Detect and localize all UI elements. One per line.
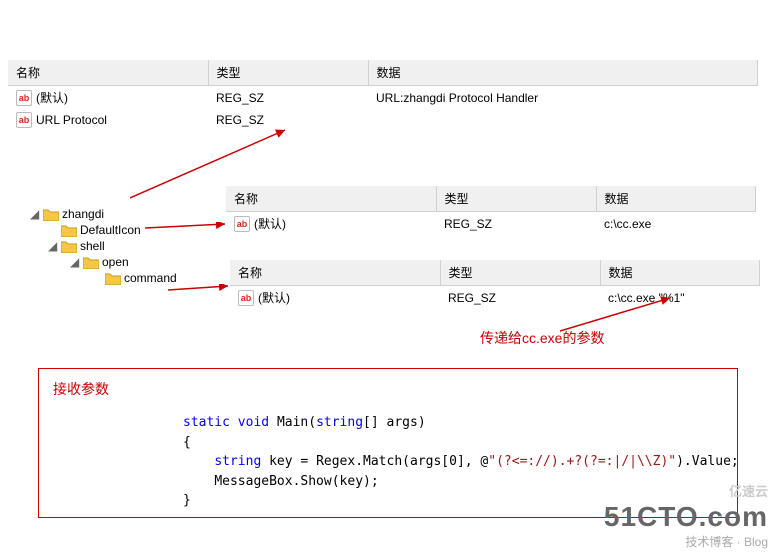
col-type[interactable]: 类型 (440, 260, 600, 286)
annotation-text: 传递给cc.exe的参数 (480, 328, 604, 348)
registry-values-top: 名称 类型 数据 ab(默认) REG_SZ URL:zhangdi Proto… (8, 60, 758, 131)
expander-icon[interactable]: ◢ (70, 255, 80, 269)
folder-icon (43, 208, 59, 221)
col-name[interactable]: 名称 (230, 260, 440, 286)
tree-label: command (124, 271, 177, 285)
value-row[interactable]: ab(默认) REG_SZ c:\cc.exe (226, 212, 756, 236)
string-value-icon: ab (238, 290, 254, 306)
col-name[interactable]: 名称 (8, 60, 208, 86)
tree-item-command[interactable]: command (8, 270, 224, 286)
registry-values-defaulticon: 名称 类型 数据 ab(默认) REG_SZ c:\cc.exe (226, 186, 756, 235)
tree-label: DefaultIcon (80, 223, 141, 237)
watermark-brand: 亿速云 (729, 481, 768, 500)
tree-item-zhangdi[interactable]: ◢ zhangdi (8, 206, 224, 222)
watermark-main: 51CTO.com (604, 501, 768, 533)
registry-tree: ◢zhangdi DefaultIcon ◢shell ◢open comman… (8, 206, 224, 286)
tree-item-shell[interactable]: ◢ shell (8, 238, 224, 254)
folder-icon (83, 256, 99, 269)
string-value-icon: ab (16, 90, 32, 106)
folder-icon (61, 224, 77, 237)
col-type[interactable]: 类型 (208, 60, 368, 86)
value-name: (默认) (258, 289, 290, 306)
col-name[interactable]: 名称 (226, 186, 436, 212)
tree-item-defaulticon[interactable]: DefaultIcon (8, 222, 224, 238)
col-type[interactable]: 类型 (436, 186, 596, 212)
code-snippet: static void Main(string[] args) { string… (183, 413, 723, 511)
watermark-sub: 技术博客 · Blog (604, 533, 768, 550)
tree-item-open[interactable]: ◢ open (8, 254, 224, 270)
value-name: URL Protocol (36, 113, 107, 127)
value-row[interactable]: ab(默认) REG_SZ c:\cc.exe "%1" (230, 286, 760, 310)
value-name: (默认) (36, 89, 68, 106)
value-type: REG_SZ (208, 109, 368, 131)
expander-icon[interactable]: ◢ (30, 207, 40, 221)
value-data (368, 109, 758, 131)
watermark: 51CTO.com 技术博客 · Blog (604, 501, 768, 550)
code-box-title: 接收参数 (53, 379, 723, 399)
value-data: c:\cc.exe (596, 212, 756, 236)
tree-label: zhangdi (62, 207, 104, 221)
value-data: URL:zhangdi Protocol Handler (368, 86, 758, 110)
col-data[interactable]: 数据 (368, 60, 758, 86)
string-value-icon: ab (16, 112, 32, 128)
value-type: REG_SZ (436, 212, 596, 236)
col-data[interactable]: 数据 (596, 186, 756, 212)
value-data: c:\cc.exe "%1" (600, 286, 760, 310)
value-row[interactable]: ab URL Protocol REG_SZ (8, 109, 758, 131)
tree-label: open (102, 255, 129, 269)
value-type: REG_SZ (440, 286, 600, 310)
col-data[interactable]: 数据 (600, 260, 760, 286)
folder-icon (105, 272, 121, 285)
value-name: (默认) (254, 215, 286, 232)
string-value-icon: ab (234, 216, 250, 232)
expander-icon[interactable]: ◢ (48, 239, 58, 253)
folder-icon (61, 240, 77, 253)
value-type: REG_SZ (208, 86, 368, 110)
annotation-arrow (168, 286, 228, 290)
value-row[interactable]: ab(默认) REG_SZ URL:zhangdi Protocol Handl… (8, 86, 758, 110)
code-box: 接收参数 static void Main(string[] args) { s… (38, 368, 738, 518)
tree-label: shell (80, 239, 105, 253)
registry-values-command: 名称 类型 数据 ab(默认) REG_SZ c:\cc.exe "%1" (230, 260, 760, 309)
